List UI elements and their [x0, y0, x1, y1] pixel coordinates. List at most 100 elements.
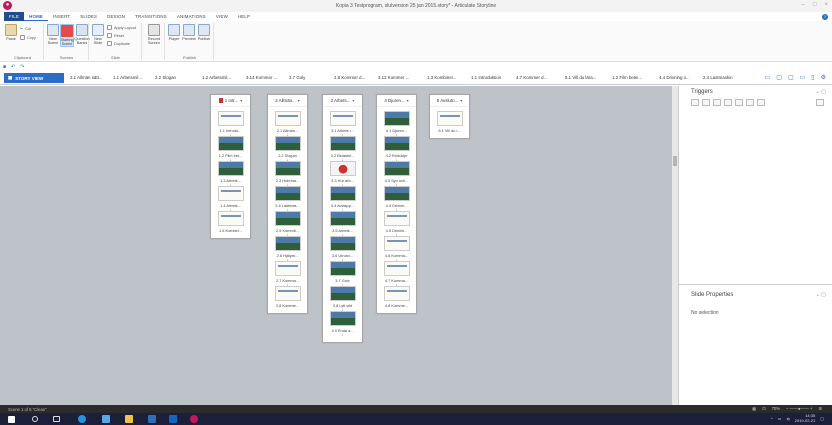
- slide-thumbnail[interactable]: 2.3 Hobrina... ↓: [268, 161, 307, 187]
- slide-thumbnail[interactable]: 3.2 Belastni... ↓: [323, 136, 362, 162]
- apply-layout-button[interactable]: Apply Layout: [107, 25, 136, 30]
- slide-thumbnail[interactable]: 5.1 Vill du l...: [430, 111, 469, 133]
- scene-tab[interactable]: 4.4 Drivning o...: [659, 75, 690, 80]
- slide-thumbnail[interactable]: 4.1 Djuren... ↓: [377, 111, 416, 137]
- clock[interactable]: 14:35 2019-02-21: [795, 413, 815, 423]
- scene-tab[interactable]: 1.1 Arbetsmil...: [113, 75, 142, 80]
- scene-tab[interactable]: 1.2 Film betei...: [612, 75, 642, 80]
- fit-window-icon[interactable]: ⊞: [818, 406, 822, 411]
- slide-thumbnail[interactable]: 4.6 Komma... ↓: [377, 236, 416, 262]
- close-button[interactable]: ×: [824, 2, 828, 8]
- cut-button[interactable]: ✂ Cut: [20, 26, 31, 32]
- scene-header[interactable]: 1 Intr... ▾: [211, 95, 250, 107]
- publish-button[interactable]: Publish: [197, 24, 211, 41]
- scene-header[interactable]: 3 Arbets... ▾: [323, 95, 362, 107]
- zoom-slider[interactable]: – ——●—— +: [786, 406, 812, 411]
- slide-thumbnail[interactable]: 2.6 Hjälpm... ↓: [268, 236, 307, 262]
- tab-insert[interactable]: INSERT: [48, 12, 75, 21]
- notifications-icon[interactable]: ▢: [820, 416, 824, 421]
- file-explorer-icon[interactable]: [125, 415, 133, 423]
- view-normal-icon[interactable]: ▭: [765, 74, 771, 81]
- slide-thumbnail[interactable]: 2.7 Komma... ↓: [268, 261, 307, 287]
- starting-scene-button[interactable]: Starting Scene: [60, 24, 74, 48]
- player-button[interactable]: Player: [167, 24, 181, 41]
- tab-view[interactable]: VIEW: [211, 12, 233, 21]
- tab-help[interactable]: HELP: [233, 12, 255, 21]
- record-screen-button[interactable]: Record Screen: [146, 24, 162, 45]
- settings-icon[interactable]: ⚙: [821, 74, 826, 81]
- scene-tab[interactable]: 1.1 Introduktion: [471, 75, 501, 80]
- question-banks-button[interactable]: Question Banks: [74, 24, 90, 45]
- slide-properties-controls[interactable]: ⌄ ▢: [816, 292, 826, 298]
- move-down-icon[interactable]: [757, 99, 765, 106]
- paste-trigger-icon[interactable]: [724, 99, 732, 106]
- slide-thumbnail[interactable]: 4.8 Komme...: [377, 286, 416, 308]
- minimize-button[interactable]: –: [802, 2, 805, 8]
- tab-slides[interactable]: SLIDES: [75, 12, 102, 21]
- slide-thumbnail[interactable]: 3.4 Avlaspp... ↓: [323, 186, 362, 212]
- edge-icon[interactable]: [78, 415, 86, 423]
- scene-dropdown-icon[interactable]: ▾: [460, 98, 462, 103]
- scene-tab[interactable]: 1.3 Kombiner...: [427, 75, 457, 80]
- view-single-icon[interactable]: ▢: [788, 74, 794, 81]
- new-slide-button[interactable]: New Slide: [91, 24, 105, 45]
- scene-tab[interactable]: 2.1 Allmän sätt...: [70, 75, 102, 80]
- delete-trigger-icon[interactable]: [735, 99, 743, 106]
- redo-icon[interactable]: ↷: [20, 64, 24, 70]
- slide-thumbnail[interactable]: 1.1 Introdu... ↓: [211, 111, 250, 137]
- maximize-button[interactable]: □: [813, 2, 817, 8]
- slide-thumbnail[interactable]: 4.2 Reduktje ↓: [377, 136, 416, 162]
- scene-column[interactable]: 3 Arbets... ▾ 3.1 Arbets r... ↓ 3.2 Belastni…: [322, 94, 363, 343]
- slide-thumbnail[interactable]: 1.5 Kombin...: [211, 211, 250, 233]
- help-icon[interactable]: ?: [822, 14, 828, 20]
- copy-button[interactable]: Copy: [20, 35, 36, 40]
- scene-header[interactable]: 4 Djuren... ▾: [377, 95, 416, 107]
- slide-thumbnail[interactable]: 4.7 Komma... ↓: [377, 261, 416, 287]
- scene-tab[interactable]: 3.7 Goly: [289, 75, 305, 80]
- slide-thumbnail[interactable]: 3.6 Utrusn... ↓: [323, 236, 362, 262]
- scene-dropdown-icon[interactable]: ▾: [352, 98, 354, 103]
- scene-tab[interactable]: 1.2 Arbetsmil...: [202, 75, 231, 80]
- slide-thumbnail[interactable]: 3.5 Arbets... ↓: [323, 211, 362, 237]
- story-view-tab[interactable]: ▦ STORY VIEW: [4, 73, 64, 83]
- new-scene-button[interactable]: New Scene: [46, 24, 60, 45]
- scene-tab[interactable]: 3.14 Kommer ...: [246, 75, 277, 80]
- scene-dropdown-icon[interactable]: ▾: [407, 98, 409, 103]
- slide-thumbnail[interactable]: 3.3 Hur arb... ↓: [323, 161, 362, 187]
- slide-thumbnail[interactable]: 4.4 Drivnin... ↓: [377, 186, 416, 212]
- slide-thumbnail[interactable]: 2.5 Kommit... ↓: [268, 211, 307, 237]
- view-split-icon[interactable]: ▭: [800, 74, 806, 81]
- onenote-icon[interactable]: [169, 415, 177, 423]
- search-icon[interactable]: [32, 416, 38, 422]
- scene-column[interactable]: 5 Avslutn... ▾ 5.1 Vill du l...: [429, 94, 470, 139]
- duplicate-button[interactable]: Duplicate: [107, 41, 130, 46]
- tab-home[interactable]: HOME: [24, 12, 49, 21]
- triggers-panel-controls[interactable]: ⌄ ▢: [816, 89, 826, 95]
- slide-thumbnail[interactable]: 3.9 Enda a... ↓: [323, 311, 362, 337]
- app-icon[interactable]: [102, 415, 110, 423]
- start-icon[interactable]: [8, 416, 15, 423]
- tab-design[interactable]: DESIGN: [102, 12, 130, 21]
- slide-thumbnail[interactable]: 3.7 Golv ↓: [323, 261, 362, 287]
- undo-icon[interactable]: ↶: [11, 64, 15, 70]
- volume-icon[interactable]: ◂): [786, 416, 789, 421]
- zoom-level[interactable]: 70%: [772, 406, 780, 411]
- reset-button[interactable]: Reset: [107, 33, 124, 38]
- scene-tab[interactable]: 4.7 Kommer d...: [516, 75, 547, 80]
- view-grid-icon[interactable]: ▢: [776, 74, 782, 81]
- grid-view-icon[interactable]: ▦: [752, 406, 756, 411]
- scene-dropdown-icon[interactable]: ▾: [298, 98, 300, 103]
- view-list-icon[interactable]: ▯: [811, 74, 814, 81]
- tab-transitions[interactable]: TRANSITIONS: [130, 12, 172, 21]
- scene-column[interactable]: 2 Allmän... ▾ 2.1 Allmän... ↓ 2.2 Slogan ↓ 2.3…: [267, 94, 308, 314]
- slide-thumbnail[interactable]: 4.5 Drivnin... ↓: [377, 211, 416, 237]
- scene-column[interactable]: 1 Intr... ▾ 1.1 Introdu... ↓ 1.2 Film bet...…: [210, 94, 251, 239]
- task-view-icon[interactable]: [53, 416, 60, 422]
- slide-thumbnail[interactable]: 2.2 Slogan ↓: [268, 136, 307, 162]
- slide-thumbnail[interactable]: 3.1 Arbets r... ↓: [323, 111, 362, 137]
- scene-dropdown-icon[interactable]: ▾: [240, 98, 242, 103]
- scene-tab[interactable]: 3.12 Kommer ...: [378, 75, 409, 80]
- slide-thumbnail[interactable]: 2.1 Allmän... ↓: [268, 111, 307, 137]
- save-icon[interactable]: ■: [3, 64, 6, 70]
- tab-animations[interactable]: ANIMATIONS: [172, 12, 211, 21]
